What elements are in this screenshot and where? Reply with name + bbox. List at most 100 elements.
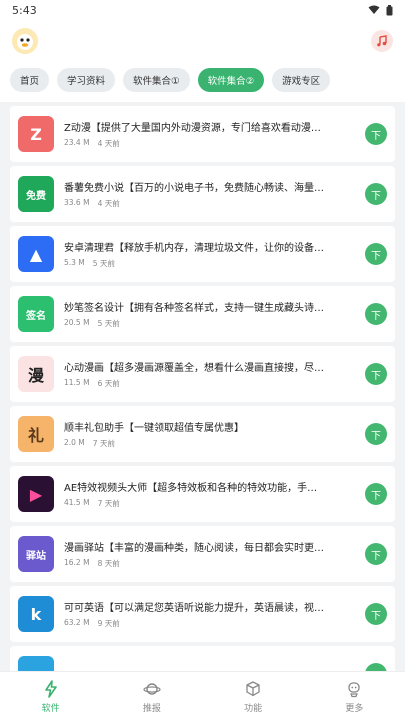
app-title: 顺丰礼包助手【一键领取超值专属优惠】	[64, 423, 244, 434]
app-meta: 11.5 M 6 天前	[64, 378, 357, 389]
app-icon: 签名	[18, 296, 54, 332]
app-meta: 20.5 M 5 天前	[64, 318, 357, 329]
app-updated-time: 7 天前	[92, 439, 115, 448]
music-note-icon	[377, 35, 387, 47]
app-icon: 漫	[18, 356, 54, 392]
download-button[interactable]: 下	[365, 423, 387, 445]
app-meta: 41.5 M 7 天前	[64, 498, 357, 509]
app-info: 漫画驿站【丰富的漫画种类，随心阅读，每日都会实时更新... 16.2 M 8 天前	[64, 539, 357, 569]
app-title: 心动漫画【超多漫画源覆盖全，想看什么漫画直接搜，尽情...	[64, 363, 326, 374]
wifi-icon	[368, 5, 380, 14]
app-icon: 礼	[18, 416, 54, 452]
app-updated-time: 6 天前	[97, 379, 120, 388]
nav-software[interactable]: 软件	[0, 672, 101, 721]
download-button[interactable]: 下	[365, 123, 387, 145]
app-icon: 驿站	[18, 536, 54, 572]
download-button[interactable]: 下	[365, 363, 387, 385]
app-header	[0, 20, 405, 62]
app-updated-time: 8 天前	[97, 559, 120, 568]
app-info: 妙笔签名设计【拥有各种签名样式，支持一键生成藏头诗，... 20.5 M 5 天前	[64, 299, 357, 329]
app-icon: Z	[18, 116, 54, 152]
battery-icon	[386, 4, 393, 15]
status-bar: 5:43	[0, 0, 405, 20]
nav-more-label: 更多	[345, 703, 364, 714]
app-card[interactable]: 免费 番薯免费小说【百万的小说电子书，免费随心畅读、海量的... 33.6 M 4 天…	[10, 166, 395, 222]
nav-more[interactable]: 更多	[304, 672, 405, 721]
app-info: 心动漫画【超多漫画源覆盖全，想看什么漫画直接搜，尽情... 11.5 M 6 天前	[64, 359, 357, 389]
app-meta: 63.2 M 9 天前	[64, 618, 357, 629]
nav-features[interactable]: 功能	[203, 672, 304, 721]
robot-icon	[348, 681, 361, 697]
app-size: 33.6 M	[64, 198, 90, 207]
nav-report[interactable]: 推报	[101, 672, 202, 721]
status-time: 5:43	[12, 3, 37, 17]
app-size: 2.0 M	[64, 438, 85, 447]
app-size: 63.2 M	[64, 618, 90, 627]
app-meta: 2.0 M 7 天前	[64, 438, 357, 449]
download-button[interactable]: 下	[365, 303, 387, 325]
download-button[interactable]: 下	[365, 183, 387, 205]
app-icon: 免费	[18, 176, 54, 212]
app-card[interactable]: ▶ AE特效视频头大师【超多特效板和各种的特效功能，手把手... 41.5 M 7 天…	[10, 466, 395, 522]
app-meta: 5.3 M 5 天前	[64, 258, 357, 269]
bottom-nav: 软件 推报 功能 更多	[0, 671, 405, 721]
app-title: Z动漫【提供了大量国内外动漫资源，专门给喜欢看动漫宝...	[64, 123, 326, 134]
status-icons	[368, 4, 393, 16]
app-icon: k	[18, 596, 54, 632]
avatar[interactable]	[12, 28, 38, 54]
app-title: 安卓清理君【释放手机内存，清理垃圾文件，让你的设备更...	[64, 243, 326, 254]
lightning-icon	[44, 679, 57, 698]
app-updated-time: 4 天前	[97, 139, 120, 148]
app-card[interactable]: ▲ 安卓清理君【释放手机内存，清理垃圾文件，让你的设备更... 5.3 M 5 天前 下	[10, 226, 395, 282]
nav-features-label: 功能	[244, 703, 263, 714]
app-info: 番薯免费小说【百万的小说电子书，免费随心畅读、海量的... 33.6 M 4 天前	[64, 179, 357, 209]
app-list: Z Z动漫【提供了大量国内外动漫资源，专门给喜欢看动漫宝... 23.4 M 4 天前…	[0, 106, 405, 674]
app-updated-time: 5 天前	[92, 259, 115, 268]
download-button[interactable]: 下	[365, 243, 387, 265]
tab-software-collection-2[interactable]: 软件集合②	[197, 68, 265, 92]
app-size: 11.5 M	[64, 378, 90, 387]
planet-icon	[143, 682, 161, 695]
app-card[interactable]: 签名 妙笔签名设计【拥有各种签名样式，支持一键生成藏头诗，... 20.5 M 5 天…	[10, 286, 395, 342]
app-card[interactable]: 漫心动漫画【超多漫画源覆盖全，想看什么漫画直接搜，尽情... 11.5 M 6 天前…	[10, 346, 395, 402]
duck-avatar-icon	[12, 28, 38, 54]
download-button[interactable]: 下	[365, 483, 387, 505]
app-info: AE特效视频头大师【超多特效板和各种的特效功能，手把手... 41.5 M 7 天前	[64, 479, 357, 509]
app-meta: 23.4 M 4 天前	[64, 138, 357, 149]
music-button[interactable]	[371, 30, 393, 52]
app-size: 23.4 M	[64, 138, 90, 147]
app-size: 20.5 M	[64, 318, 90, 327]
app-info: Z动漫【提供了大量国内外动漫资源，专门给喜欢看动漫宝... 23.4 M 4 天前	[64, 119, 357, 149]
app-info: 安卓清理君【释放手机内存，清理垃圾文件，让你的设备更... 5.3 M 5 天前	[64, 239, 357, 269]
app-title: 可可英语【可以满足您英语听说能力提升，英语晨读，视频...	[64, 603, 326, 614]
app-size: 5.3 M	[64, 258, 85, 267]
app-meta: 33.6 M 4 天前	[64, 198, 357, 209]
app-card[interactable]: 礼顺丰礼包助手【一键领取超值专属优惠】 2.0 M 7 天前 下	[10, 406, 395, 462]
app-size: 41.5 M	[64, 498, 90, 507]
tab-games[interactable]: 游戏专区	[272, 68, 331, 92]
app-icon: ▶	[18, 476, 54, 512]
app-card[interactable]: Z Z动漫【提供了大量国内外动漫资源，专门给喜欢看动漫宝... 23.4 M 4 天前…	[10, 106, 395, 162]
tab-home[interactable]: 首页	[10, 68, 50, 92]
app-card[interactable]: 下	[10, 646, 395, 674]
nav-report-label: 推报	[142, 703, 161, 714]
tab-study-materials[interactable]: 学习资料	[57, 68, 116, 92]
app-title: AE特效视频头大师【超多特效板和各种的特效功能，手把手...	[64, 483, 326, 494]
app-size: 16.2 M	[64, 558, 90, 567]
app-title: 番薯免费小说【百万的小说电子书，免费随心畅读、海量的...	[64, 183, 326, 194]
app-meta: 16.2 M 8 天前	[64, 558, 357, 569]
app-updated-time: 4 天前	[97, 199, 120, 208]
app-info: 顺丰礼包助手【一键领取超值专属优惠】 2.0 M 7 天前	[64, 419, 357, 449]
app-title: 妙笔签名设计【拥有各种签名样式，支持一键生成藏头诗，...	[64, 303, 326, 314]
app-title: 漫画驿站【丰富的漫画种类，随心阅读，每日都会实时更新...	[64, 543, 326, 554]
app-updated-time: 7 天前	[97, 499, 120, 508]
download-button[interactable]: 下	[365, 543, 387, 565]
download-button[interactable]: 下	[365, 603, 387, 625]
tab-software-collection-1[interactable]: 软件集合①	[123, 68, 190, 92]
category-tabs: 首页 学习资料 软件集合① 软件集合② 游戏专区	[0, 62, 405, 102]
cube-icon	[246, 680, 260, 696]
app-card[interactable]: k 可可英语【可以满足您英语听说能力提升，英语晨读，视频... 63.2 M 9 天前…	[10, 586, 395, 642]
app-updated-time: 5 天前	[97, 319, 120, 328]
app-info: 可可英语【可以满足您英语听说能力提升，英语晨读，视频... 63.2 M 9 天前	[64, 599, 357, 629]
app-card[interactable]: 驿站 漫画驿站【丰富的漫画种类，随心阅读，每日都会实时更新... 16.2 M 8 天…	[10, 526, 395, 582]
